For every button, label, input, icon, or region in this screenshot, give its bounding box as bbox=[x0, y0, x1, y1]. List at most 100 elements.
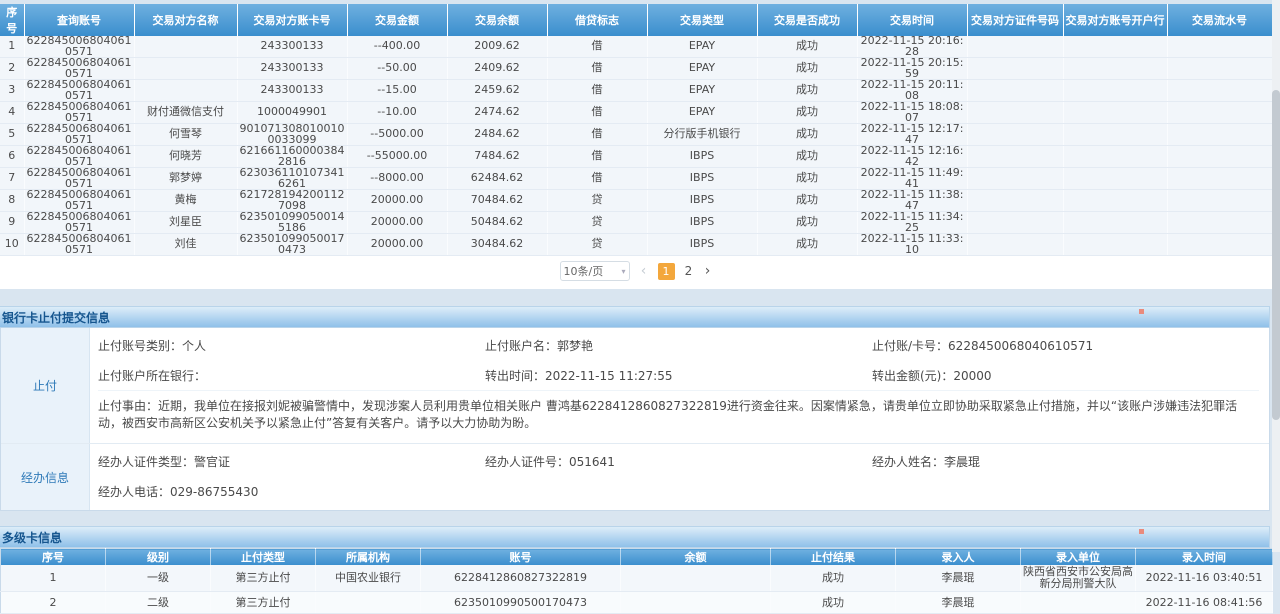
cell-operator: 李晨琨 bbox=[896, 565, 1021, 592]
column-header-cert-no: 交易对方证件号码 bbox=[967, 4, 1063, 36]
cell-time: 2022-11-15 12:17:47 bbox=[857, 124, 967, 146]
cell-account: 6228412860827322819 bbox=[421, 565, 621, 592]
cell-success: 成功 bbox=[757, 146, 857, 168]
table-row: 106228450068040610571刘佳62350109905001704… bbox=[0, 234, 1272, 256]
cell-debit-flag: 借 bbox=[547, 58, 647, 80]
field-row: 经办人电话：029-86755430 bbox=[98, 476, 1259, 506]
multi-card-table: 序号 级别 止付类型 所属机构 账号 余额 止付结果 录入人 录入单位 录入时间… bbox=[0, 548, 1273, 614]
cell-balance bbox=[621, 592, 771, 614]
cell-counterparty-name: 财付通微信支付 bbox=[134, 102, 237, 124]
cell-query-account: 6228450068040610571 bbox=[24, 102, 134, 124]
cell-query-account: 6228450068040610571 bbox=[24, 146, 134, 168]
cell-success: 成功 bbox=[757, 168, 857, 190]
table-row: 46228450068040610571财付通微信支付1000049901--1… bbox=[0, 102, 1272, 124]
cell-counterparty-card: 243300133 bbox=[237, 58, 347, 80]
agent-info-group-label: 经办信息 bbox=[1, 444, 90, 510]
field-label: 止付账号类别： bbox=[98, 339, 182, 353]
cell-entry-unit bbox=[1021, 592, 1136, 614]
field-agent-cert-no: 经办人证件号：051641 bbox=[485, 453, 872, 470]
prev-page-button[interactable]: ‹ bbox=[639, 263, 649, 279]
cell-success: 成功 bbox=[757, 212, 857, 234]
cell-index: 6 bbox=[0, 146, 24, 168]
cell-query-account: 6228450068040610571 bbox=[24, 212, 134, 234]
cell-index: 9 bbox=[0, 212, 24, 234]
field-card-number: 止付账/卡号：6228450068040610571 bbox=[872, 337, 1259, 354]
cell-success: 成功 bbox=[757, 58, 857, 80]
cell-cert-no bbox=[967, 58, 1063, 80]
section-gap bbox=[0, 289, 1272, 306]
table-row: 66228450068040610571何晓芳62166116000038428… bbox=[0, 146, 1272, 168]
column-header-amount: 交易金额 bbox=[347, 4, 447, 36]
cell-stop-type: 第三方止付 bbox=[211, 592, 316, 614]
page-button-1[interactable]: 1 bbox=[658, 263, 675, 280]
cell-index: 4 bbox=[0, 102, 24, 124]
cell-amount: --55000.00 bbox=[347, 146, 447, 168]
page-content: 序号 查询账号 交易对方名称 交易对方账卡号 交易金额 交易余额 借贷标志 交易… bbox=[0, 0, 1272, 614]
column-header-success: 交易是否成功 bbox=[757, 4, 857, 36]
cell-account: 6235010990500170473 bbox=[421, 592, 621, 614]
column-header-entry-time: 录入时间 bbox=[1136, 549, 1273, 566]
cell-time: 2022-11-15 11:49:41 bbox=[857, 168, 967, 190]
cell-query-account: 6228450068040610571 bbox=[24, 190, 134, 212]
cell-debit-flag: 借 bbox=[547, 80, 647, 102]
field-transfer-amount: 转出金额(元)：20000 bbox=[872, 367, 1259, 384]
cell-counterparty-card: 6230361101073416261 bbox=[237, 168, 347, 190]
page-button-2[interactable]: 2 bbox=[684, 264, 694, 278]
column-header-time: 交易时间 bbox=[857, 4, 967, 36]
cell-balance bbox=[621, 565, 771, 592]
cell-result: 成功 bbox=[771, 565, 896, 592]
cell-amount: 20000.00 bbox=[347, 190, 447, 212]
cell-org bbox=[316, 592, 421, 614]
cell-type: IBPS bbox=[647, 146, 757, 168]
cell-counterparty-card: 243300133 bbox=[237, 80, 347, 102]
column-header-operator: 录入人 bbox=[896, 549, 1021, 566]
cell-success: 成功 bbox=[757, 190, 857, 212]
cell-serial bbox=[1167, 146, 1272, 168]
vertical-scrollbar[interactable] bbox=[1272, 0, 1280, 552]
cell-serial bbox=[1167, 234, 1272, 256]
field-row: 经办人证件类型：警官证 经办人证件号：051641 经办人姓名：李晨琨 bbox=[98, 446, 1259, 476]
cell-balance: 2474.62 bbox=[447, 102, 547, 124]
cell-operator: 李晨琨 bbox=[896, 592, 1021, 614]
cell-counterparty-name: 何晓芳 bbox=[134, 146, 237, 168]
cell-time: 2022-11-15 20:11:08 bbox=[857, 80, 967, 102]
field-label: 止付账/卡号： bbox=[872, 339, 948, 353]
stop-payment-section-header: 银行卡止付提交信息 bbox=[0, 306, 1270, 328]
stop-payment-panel: 止付 止付账号类别：个人 止付账户名：郭梦艳 止付账/卡号：6228450068… bbox=[0, 328, 1270, 511]
field-value: 个人 bbox=[182, 339, 206, 353]
agent-info-group-content: 经办人证件类型：警官证 经办人证件号：051641 经办人姓名：李晨琨 经办人电… bbox=[90, 444, 1269, 510]
cell-amount: --10.00 bbox=[347, 102, 447, 124]
cell-counterparty-card: 1000049901 bbox=[237, 102, 347, 124]
next-page-button[interactable]: › bbox=[703, 263, 713, 279]
table-row: 86228450068040610571黄梅621728194200112709… bbox=[0, 190, 1272, 212]
field-value: 029-86755430 bbox=[170, 485, 258, 499]
cell-cert-no bbox=[967, 36, 1063, 58]
field-agent-cert-type: 经办人证件类型：警官证 bbox=[98, 453, 485, 470]
cell-success: 成功 bbox=[757, 124, 857, 146]
table-row: 1一级第三方止付中国农业银行6228412860827322819成功李晨琨陕西… bbox=[1, 565, 1273, 592]
page-size-select[interactable]: 10条/页 ▾ bbox=[560, 261, 630, 281]
cell-index: 7 bbox=[0, 168, 24, 190]
scrollbar-thumb[interactable] bbox=[1272, 90, 1280, 420]
cell-counterparty-card: 243300133 bbox=[237, 36, 347, 58]
cell-bank bbox=[1063, 58, 1167, 80]
cell-index: 1 bbox=[0, 36, 24, 58]
cell-time: 2022-11-15 18:08:07 bbox=[857, 102, 967, 124]
table-row: 2二级第三方止付6235010990500170473成功李晨琨2022-11-… bbox=[1, 592, 1273, 614]
cell-time: 2022-11-15 11:38:47 bbox=[857, 190, 967, 212]
column-header-result: 止付结果 bbox=[771, 549, 896, 566]
cell-serial bbox=[1167, 168, 1272, 190]
cell-serial bbox=[1167, 58, 1272, 80]
cell-balance: 62484.62 bbox=[447, 168, 547, 190]
cell-index: 3 bbox=[0, 80, 24, 102]
field-value: 郭梦艳 bbox=[557, 339, 593, 353]
cell-entry-time: 2022-11-16 08:41:56 bbox=[1136, 592, 1273, 614]
cell-type: EPAY bbox=[647, 58, 757, 80]
cell-query-account: 6228450068040610571 bbox=[24, 36, 134, 58]
cell-counterparty-name bbox=[134, 58, 237, 80]
cell-type: EPAY bbox=[647, 80, 757, 102]
cell-amount: --400.00 bbox=[347, 36, 447, 58]
cell-bank bbox=[1063, 36, 1167, 58]
cell-debit-flag: 贷 bbox=[547, 190, 647, 212]
cell-entry-unit: 陕西省西安市公安局高新分局刑警大队 bbox=[1021, 565, 1136, 592]
